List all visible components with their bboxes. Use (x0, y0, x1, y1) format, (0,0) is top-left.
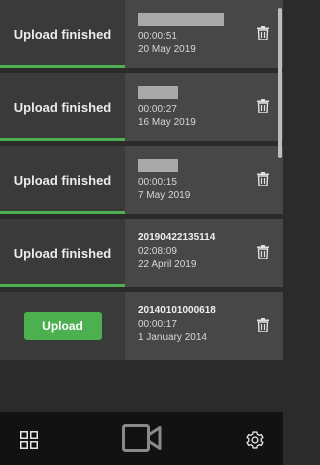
trash-icon[interactable] (257, 245, 269, 259)
recording-title-redacted (138, 13, 224, 26)
upload-status-panel: Upload finished (0, 0, 125, 68)
list-item[interactable]: Upload finished 20190422135114 02:08:09 … (0, 219, 283, 287)
list-item[interactable]: Upload finished 00:00:15 7 May 2019 (0, 146, 283, 214)
trash-icon[interactable] (257, 26, 269, 40)
recording-duration: 00:00:27 (138, 104, 177, 115)
trash-icon[interactable] (257, 172, 269, 186)
list-item[interactable]: Upload finished 00:00:51 20 May 2019 (0, 0, 283, 68)
recording-title: 20190422135114 (138, 232, 216, 243)
scrollbar-thumb[interactable] (278, 8, 282, 158)
recording-date: 7 May 2019 (138, 190, 191, 201)
recording-details[interactable]: 00:00:27 16 May 2019 (125, 73, 283, 141)
upload-progress-bar (0, 138, 125, 141)
trash-icon[interactable] (257, 99, 269, 113)
recordings-list: Upload finished 00:00:51 20 May 2019 Upl… (0, 0, 283, 412)
upload-progress-bar (0, 284, 125, 287)
bottom-navigation (0, 412, 283, 465)
recording-date: 1 January 2014 (138, 332, 207, 343)
upload-status-label: Upload finished (13, 99, 112, 115)
recording-title-redacted (138, 159, 178, 172)
grid-icon[interactable] (20, 431, 38, 449)
upload-status-panel: Upload finished (0, 73, 125, 141)
list-item[interactable]: Upload 20140101000618 00:00:17 1 January… (0, 292, 283, 360)
recording-date: 16 May 2019 (138, 117, 196, 128)
recording-duration: 02:08:09 (138, 246, 177, 257)
trash-icon[interactable] (257, 318, 269, 332)
upload-status-label: Upload finished (13, 172, 112, 188)
recording-details[interactable]: 20190422135114 02:08:09 22 April 2019 (125, 219, 283, 287)
recording-title-redacted (138, 86, 178, 99)
recording-duration: 00:00:51 (138, 31, 177, 42)
upload-status-panel: Upload finished (0, 219, 125, 287)
recording-date: 20 May 2019 (138, 44, 196, 55)
recording-duration: 00:00:17 (138, 319, 177, 330)
recording-details[interactable]: 00:00:15 7 May 2019 (125, 146, 283, 214)
recording-details[interactable]: 20140101000618 00:00:17 1 January 2014 (125, 292, 283, 360)
upload-status-panel: Upload finished (0, 146, 125, 214)
recording-details[interactable]: 00:00:51 20 May 2019 (125, 0, 283, 68)
recording-duration: 00:00:15 (138, 177, 177, 188)
gear-icon[interactable] (245, 430, 265, 450)
upload-status-label: Upload finished (13, 245, 112, 261)
upload-progress-bar (0, 65, 125, 68)
list-item[interactable]: Upload finished 00:00:27 16 May 2019 (0, 73, 283, 141)
upload-button[interactable]: Upload (23, 312, 102, 340)
upload-status-label: Upload finished (13, 26, 112, 42)
recording-date: 22 April 2019 (138, 259, 197, 270)
recording-title: 20140101000618 (138, 305, 216, 316)
upload-progress-bar (0, 211, 125, 214)
video-camera-icon[interactable] (122, 424, 162, 452)
upload-action-panel: Upload (0, 292, 125, 360)
